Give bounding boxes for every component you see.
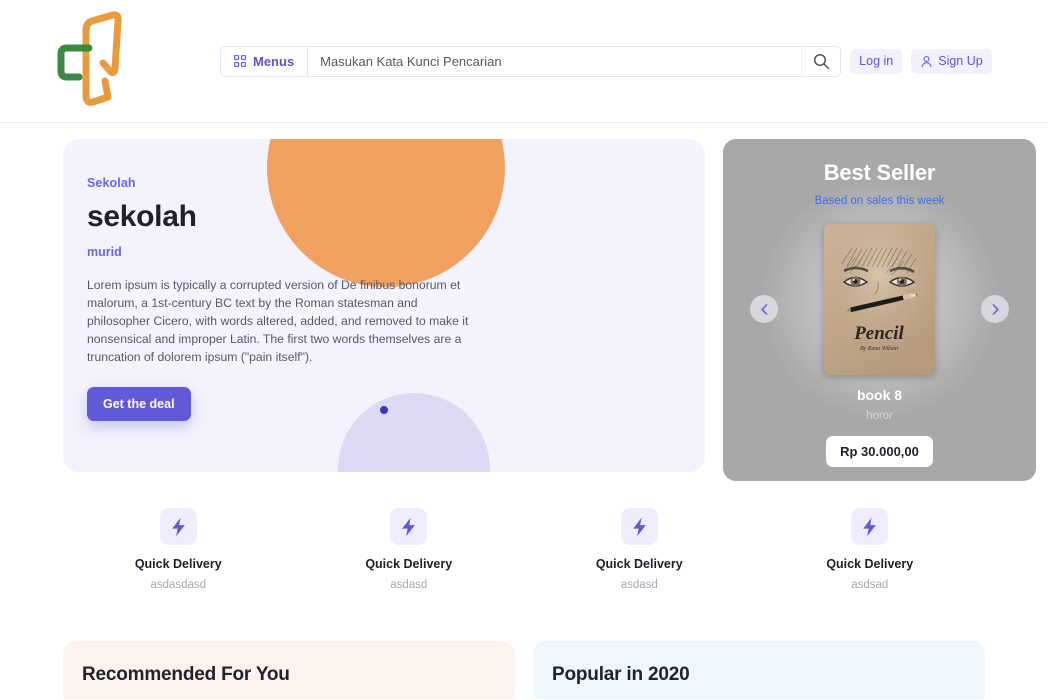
book-cover-art: Pencil By Rena Wilson <box>824 224 935 375</box>
feature-title: Quick Delivery <box>365 557 452 571</box>
feature-title: Quick Delivery <box>596 557 683 571</box>
search-icon <box>813 53 830 70</box>
feature-item: Quick Delivery asdasdasd <box>63 508 294 591</box>
book-title: book 8 <box>857 387 902 403</box>
header-tools: Menus Log in Sign Up <box>220 46 992 77</box>
feature-title: Quick Delivery <box>826 557 913 571</box>
book-price: Rp 30.000,00 <box>826 436 933 467</box>
features-row: Quick Delivery asdasdasd Quick Delivery … <box>12 508 1036 591</box>
bookstore-logo-icon <box>45 9 131 113</box>
chevron-right-icon <box>990 303 1001 316</box>
signup-button-label: Sign Up <box>938 54 982 68</box>
feature-icon-badge <box>621 508 658 545</box>
popular-section-title: Popular in 2020 <box>552 664 985 686</box>
hero-content: Sekolah sekolah murid Lorem ipsum is typ… <box>63 139 473 421</box>
grid-icon <box>234 55 246 67</box>
get-the-deal-button[interactable]: Get the deal <box>87 387 191 421</box>
best-seller-subtitle: Based on sales this week <box>815 195 945 207</box>
hero-row: Sekolah sekolah murid Lorem ipsum is typ… <box>12 139 1036 481</box>
signup-button[interactable]: Sign Up <box>911 49 991 74</box>
chevron-left-icon <box>759 303 770 316</box>
login-button[interactable]: Log in <box>850 49 902 74</box>
hero-title: sekolah <box>87 200 473 234</box>
search-input[interactable] <box>308 47 801 76</box>
lightning-bolt-icon <box>631 517 648 537</box>
feature-item: Quick Delivery asdsad <box>755 508 986 591</box>
user-icon <box>920 55 933 68</box>
carousel-prev-button[interactable] <box>750 295 778 323</box>
bottom-panels: Recommended For You Popular in 2020 <box>12 641 1036 699</box>
feature-description: asdsad <box>851 579 888 591</box>
svg-text:Pencil: Pencil <box>853 323 904 344</box>
feature-icon-badge <box>851 508 888 545</box>
site-header: Menus Log in Sign Up <box>0 0 1048 123</box>
feature-description: asdasd <box>390 579 427 591</box>
carousel-next-button[interactable] <box>981 295 1009 323</box>
recommended-section: Recommended For You <box>63 641 515 699</box>
login-button-label: Log in <box>859 54 893 68</box>
best-seller-card: Best Seller Based on sales this week <box>723 139 1036 481</box>
hero-subtitle: murid <box>87 245 473 259</box>
hero-description: Lorem ipsum is typically a corrupted ver… <box>87 276 479 366</box>
lightning-bolt-icon <box>170 517 187 537</box>
main-content: Sekolah sekolah murid Lorem ipsum is typ… <box>0 123 1048 699</box>
popular-section: Popular in 2020 <box>533 641 985 699</box>
feature-item: Quick Delivery asdasd <box>524 508 755 591</box>
book-genre: horor <box>866 410 893 422</box>
menus-button[interactable]: Menus <box>221 47 308 76</box>
svg-text:By Rena Wilson: By Rena Wilson <box>860 346 898 352</box>
lightning-bolt-icon <box>861 517 878 537</box>
feature-item: Quick Delivery asdasd <box>294 508 525 591</box>
best-seller-title: Best Seller <box>824 160 936 186</box>
search-button[interactable] <box>801 47 840 76</box>
lightning-bolt-icon <box>400 517 417 537</box>
hero-banner: Sekolah sekolah murid Lorem ipsum is typ… <box>63 139 705 472</box>
feature-icon-badge <box>390 508 427 545</box>
search-bar: Menus <box>220 46 841 77</box>
hero-eyebrow: Sekolah <box>87 176 473 190</box>
menus-button-label: Menus <box>253 54 294 69</box>
feature-description: asdasd <box>621 579 658 591</box>
feature-icon-badge <box>160 508 197 545</box>
logo[interactable] <box>0 9 175 113</box>
feature-description: asdasdasd <box>150 579 206 591</box>
feature-title: Quick Delivery <box>135 557 222 571</box>
recommended-section-title: Recommended For You <box>82 664 515 686</box>
book-cover-image[interactable]: Pencil By Rena Wilson <box>824 224 935 375</box>
